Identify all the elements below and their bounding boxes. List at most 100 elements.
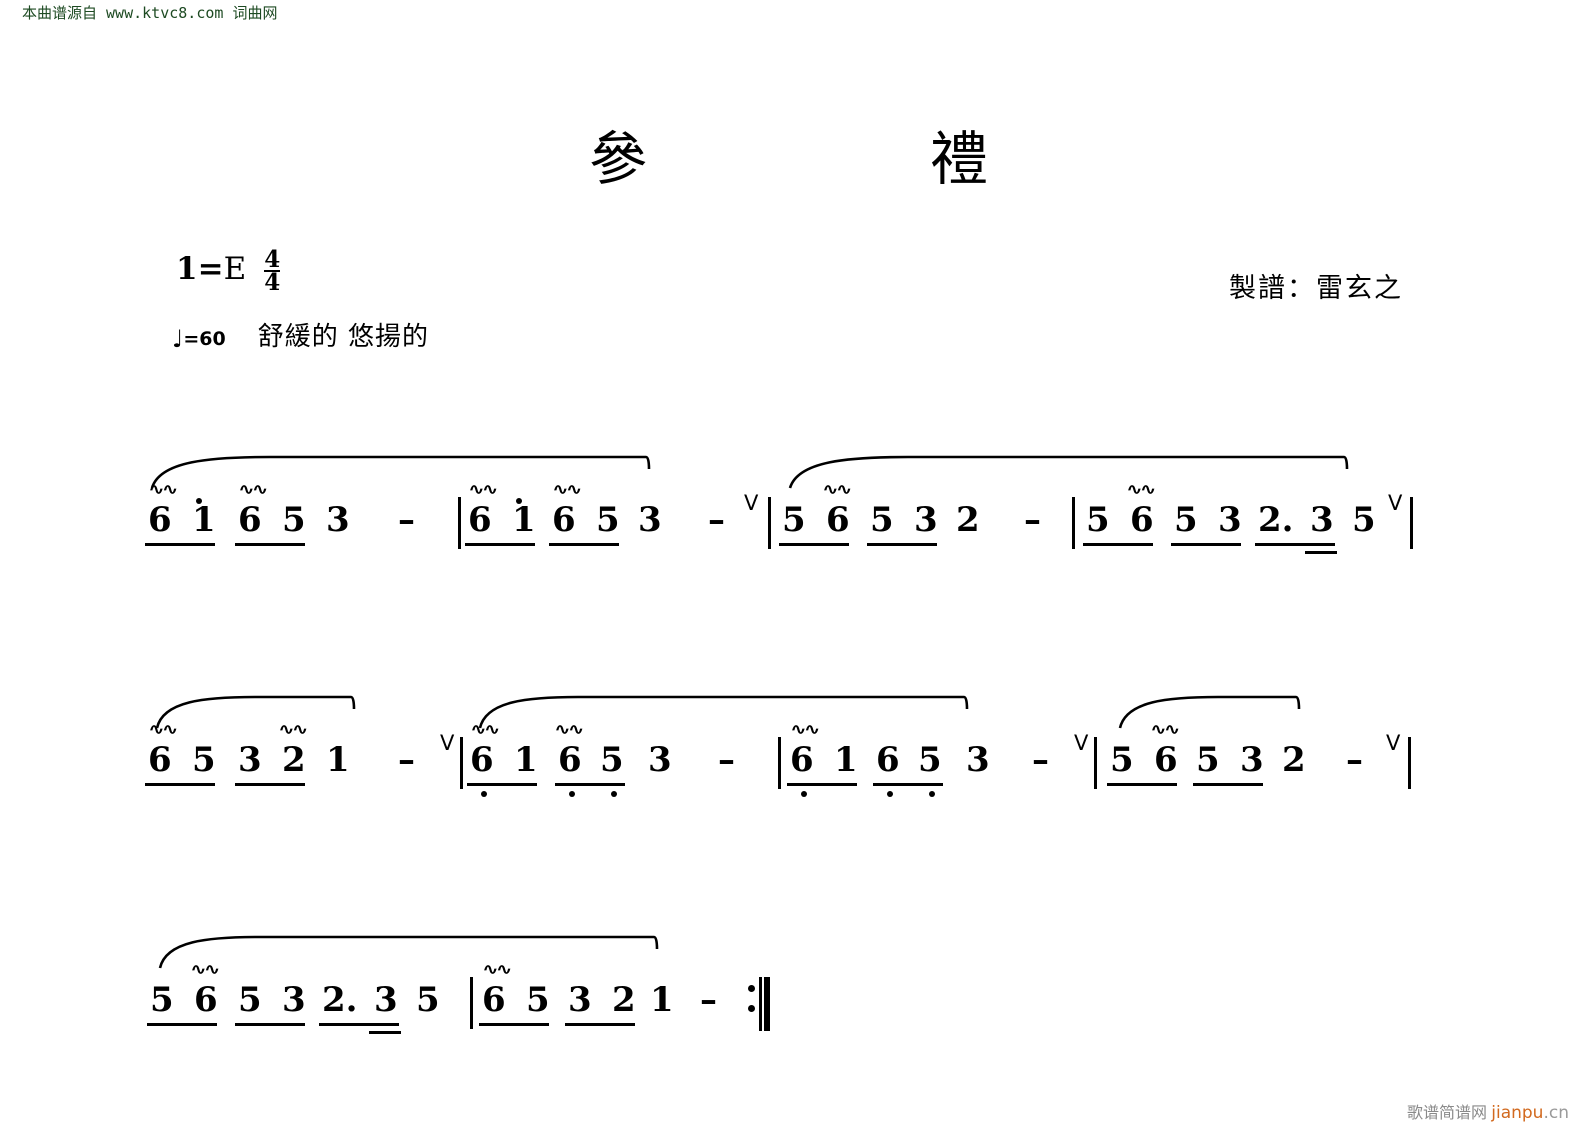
note: 6 <box>790 740 814 780</box>
slur-arc <box>1118 695 1301 730</box>
key-do-label: 1 <box>176 251 198 287</box>
beam-line <box>1083 543 1153 546</box>
note: 5 <box>870 500 894 540</box>
staff-row: 5 ∿∿ 6 5 3 2. 3 5 ∿∿ 6 5 3 2 1 – <box>0 935 1579 1055</box>
sustain-dash: – <box>700 980 717 1020</box>
beam-line <box>145 783 215 786</box>
trill-icon: ∿∿ <box>278 719 308 739</box>
note: 6 <box>468 500 492 540</box>
note: 5 <box>1196 740 1220 780</box>
octave-down-dot <box>569 791 575 797</box>
beam-line <box>235 783 305 786</box>
trill-icon: ∿∿ <box>552 479 582 499</box>
note: 6 <box>1154 740 1178 780</box>
beam-line <box>1193 783 1263 786</box>
staff-row: ∿∿ 6 1 ∿∿ 6 5 3 – ∿∿ 6 1 ∿∿ 6 5 3 – V 5 … <box>0 455 1579 575</box>
note-dotted: 2. <box>1258 500 1294 540</box>
beam-line <box>787 783 857 786</box>
breath-mark: V <box>1074 731 1089 755</box>
note: 5 <box>782 500 806 540</box>
note: 6 <box>470 740 494 780</box>
note: 3 <box>1240 740 1264 780</box>
quarter-note-icon: ♩ <box>172 325 184 353</box>
barline <box>458 497 461 549</box>
repeat-end-barline <box>748 975 770 1031</box>
note: 5 <box>918 740 942 780</box>
note: 3 <box>568 980 592 1020</box>
note: 6 <box>876 740 900 780</box>
beam-line <box>1107 783 1177 786</box>
note: 1 <box>650 980 674 1020</box>
note: 3 <box>282 980 306 1020</box>
note: 6 <box>552 500 576 540</box>
trill-icon: ∿∿ <box>790 719 820 739</box>
note: 5 <box>1174 500 1198 540</box>
slur-arc <box>788 455 1349 490</box>
note: 5 <box>526 980 550 1020</box>
note: 2 <box>612 980 636 1020</box>
time-signature-denominator: 4 <box>264 269 281 296</box>
note: 5 <box>600 740 624 780</box>
trill-icon: ∿∿ <box>238 479 268 499</box>
beam-line <box>235 543 305 546</box>
note: 6 <box>148 740 172 780</box>
barline <box>470 977 473 1029</box>
note: 5 <box>150 980 174 1020</box>
beam-line <box>235 1023 305 1026</box>
breath-mark: V <box>744 491 759 515</box>
note: 2 <box>956 500 980 540</box>
note: 1 <box>514 740 538 780</box>
sustain-dash: – <box>398 740 415 780</box>
octave-down-dot <box>887 791 893 797</box>
staff-system-3: 5 ∿∿ 6 5 3 2. 3 5 ∿∿ 6 5 3 2 1 – <box>0 935 1579 1055</box>
barline <box>1410 497 1413 549</box>
slur-arc <box>155 695 356 730</box>
note: 5 <box>192 740 216 780</box>
note: 6 <box>238 500 262 540</box>
slur-arc <box>478 695 969 730</box>
note: 3 <box>966 740 990 780</box>
note-sixteenth: 3 <box>1310 500 1334 540</box>
beam-line <box>465 543 535 546</box>
note: 3 <box>326 500 350 540</box>
trill-icon: ∿∿ <box>554 719 584 739</box>
note: 6 <box>148 500 172 540</box>
barline <box>1072 497 1075 549</box>
barline <box>460 737 463 789</box>
note: 5 <box>282 500 306 540</box>
note: 5 <box>596 500 620 540</box>
staff-row: ∿∿ 6 5 3 ∿∿ 2 1 – V ∿∿ 6 1 ∿∿ 6 5 3 – ∿∿… <box>0 695 1579 815</box>
title-char-left: 參 <box>589 125 650 193</box>
sustain-dash: – <box>398 500 415 540</box>
composer-credit: 製譜：雷玄之 <box>1229 273 1403 304</box>
watermark-site-domain: jianpu <box>1491 1103 1544 1123</box>
octave-down-dot <box>801 791 807 797</box>
breath-mark: V <box>1388 491 1403 515</box>
note: 6 <box>482 980 506 1020</box>
note: 2 <box>282 740 306 780</box>
beam-line <box>549 543 619 546</box>
watermark-site-name: 歌谱简谱网 <box>1406 1103 1487 1122</box>
beam-line <box>867 543 937 546</box>
trill-icon: ∿∿ <box>148 719 178 739</box>
title-char-right: 禮 <box>929 125 990 193</box>
watermark-site-bottom: 歌谱简谱网 jianpu.cn <box>1407 1099 1569 1123</box>
trill-icon: ∿∿ <box>822 479 852 499</box>
beam-line-secondary <box>369 1031 401 1034</box>
repeat-thin-line <box>759 977 762 1031</box>
note: 3 <box>638 500 662 540</box>
repeat-dot <box>748 985 755 992</box>
expression-marking: 舒緩的 悠揚的 <box>257 322 429 352</box>
barline <box>768 497 771 549</box>
beam-line-secondary <box>1305 551 1337 554</box>
trill-icon: ∿∿ <box>470 719 500 739</box>
watermark-site-tld: .cn <box>1543 1103 1569 1123</box>
breath-mark: V <box>440 731 455 755</box>
note-dotted: 2. <box>322 980 358 1020</box>
time-signature-numerator: 4 <box>264 246 281 273</box>
time-signature: 4 4 <box>264 246 281 296</box>
note: 1 <box>192 500 216 540</box>
note: 6 <box>826 500 850 540</box>
beam-line <box>479 1023 549 1026</box>
tempo-bpm: =60 <box>183 328 226 350</box>
